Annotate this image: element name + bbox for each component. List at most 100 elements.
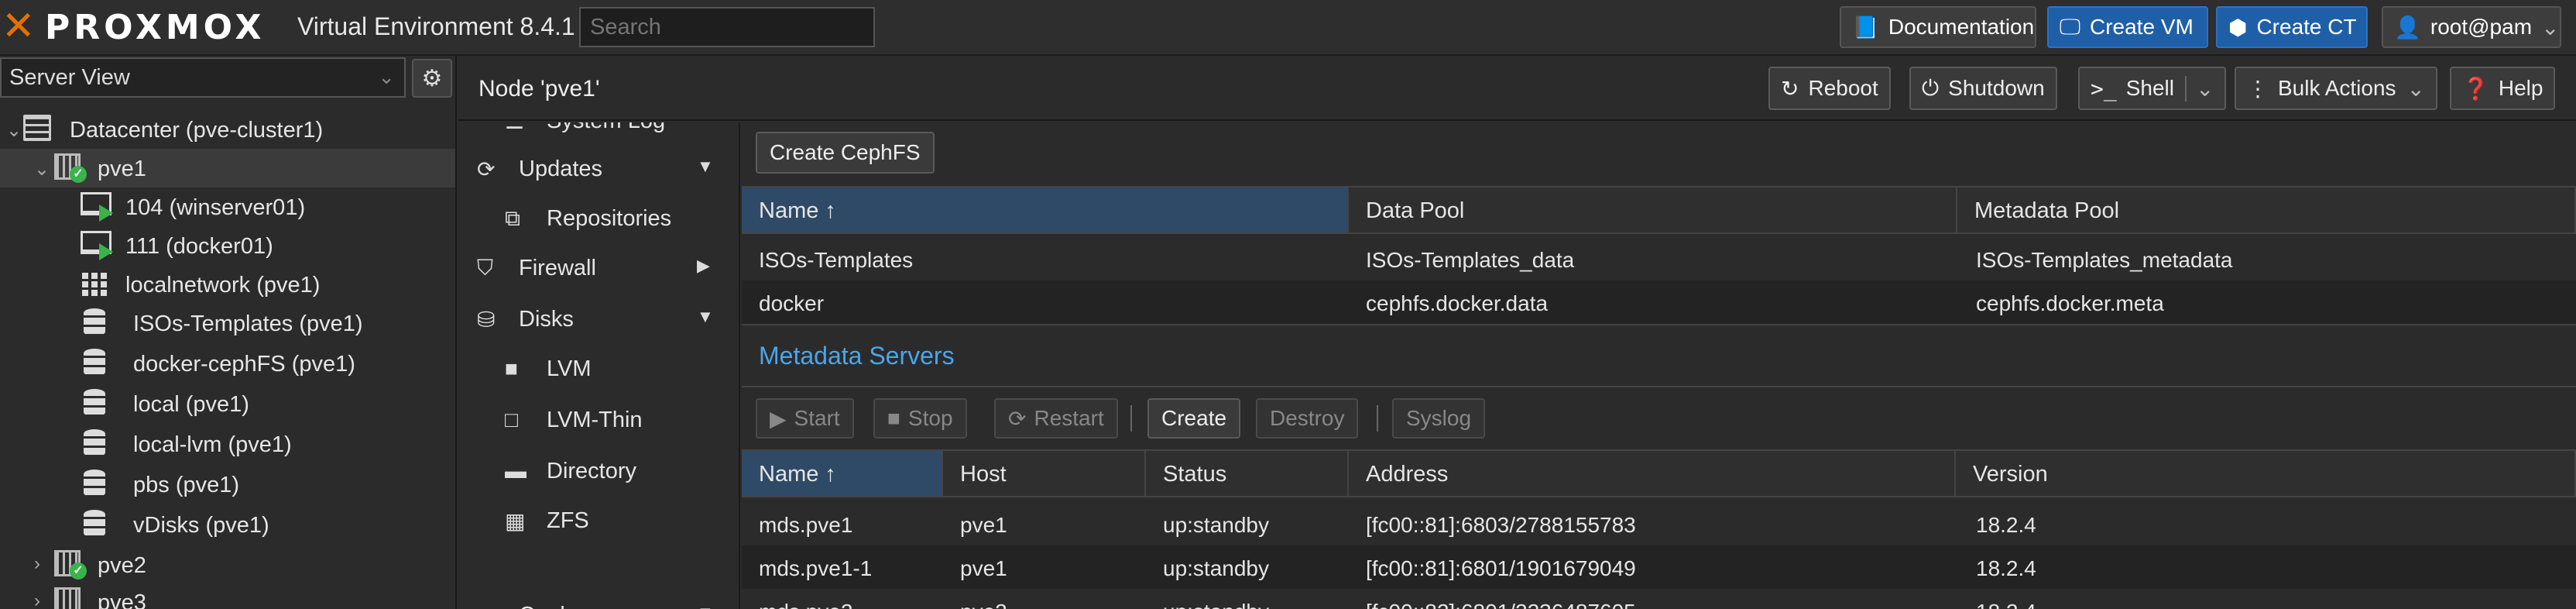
tree-item-storage-local[interactable]: local (pve1)	[0, 384, 455, 423]
chevron-right-icon: ›	[34, 590, 40, 609]
tree-item-datacenter[interactable]: ⌄ Datacenter (pve-cluster1)	[0, 110, 455, 149]
user-menu-button[interactable]: 👤 root@pam ⌄	[2382, 6, 2561, 48]
view-selector[interactable]: Server View ⌄	[0, 57, 406, 98]
tree-item-pve1[interactable]: ⌄ ✓ pve1	[0, 149, 455, 188]
user-icon: 👤	[2394, 15, 2421, 40]
table-row[interactable]: ISOs-Templates ISOs-Templates_data ISOs-…	[742, 237, 2576, 280]
caret-down-icon: ▼	[697, 157, 714, 176]
menu-item-updates[interactable]: ⟳ Updates ▼	[458, 146, 739, 192]
storage-icon	[84, 349, 105, 377]
table-row[interactable]: mds.pve2 pve2 up:standby [fc00::82]:6801…	[742, 589, 2576, 609]
help-button[interactable]: ❓ Help	[2450, 67, 2556, 110]
restart-button[interactable]: ⟳ Restart	[994, 398, 1118, 439]
column-header-name[interactable]: Name ↑	[742, 449, 943, 497]
grid-icon: ▦	[505, 509, 526, 533]
tree-item-storage-local-lvm[interactable]: local-lvm (pve1)	[0, 425, 455, 463]
tree-item-pve3[interactable]: › pve3	[0, 583, 455, 609]
menu-item-firewall[interactable]: ⛉ Firewall ▶	[458, 245, 739, 291]
menu-item-lvm-thin[interactable]: □ LVM-Thin	[458, 397, 739, 443]
menu-item-zfs[interactable]: ▦ ZFS	[458, 497, 739, 544]
version-label: Virtual Environment 8.4.1	[297, 12, 575, 40]
network-zone-icon	[82, 273, 107, 296]
chevron-down-icon: ⌄	[378, 65, 395, 88]
shutdown-button[interactable]: ⏻ Shutdown	[1909, 67, 2057, 110]
create-ct-button[interactable]: ⬢ Create CT	[2216, 6, 2368, 48]
play-icon: ▶	[770, 406, 787, 431]
square-outline-icon: □	[505, 408, 518, 432]
tree-item-vm-104[interactable]: 104 (winserver01)	[0, 188, 455, 226]
column-header-host[interactable]: Host	[943, 449, 1146, 497]
folder-icon: ▬	[505, 459, 527, 483]
more-vertical-icon: ⋮	[2247, 76, 2269, 101]
proxmox-window: ✕ PROXMOX Virtual Environment 8.4.1 📘Doc…	[0, 0, 2576, 609]
tree-item-storage-isos[interactable]: ISOs-Templates (pve1)	[0, 304, 455, 342]
page-title: Node 'pve1'	[478, 76, 600, 102]
refresh-icon: ↻	[1781, 76, 1799, 101]
storage-icon	[84, 429, 105, 457]
running-icon	[99, 243, 113, 260]
tree-item-storage-pbs[interactable]: pbs (pve1)	[0, 465, 455, 504]
destroy-button[interactable]: Destroy	[1256, 398, 1359, 439]
square-filled-icon: ■	[505, 356, 518, 380]
ceph-icon: ◎	[477, 603, 496, 609]
toolbar-separator	[1377, 405, 1378, 432]
tree-item-storage-docker-cephfs[interactable]: docker-cephFS (pve1)	[0, 344, 455, 383]
shield-icon: ⛉	[477, 256, 494, 280]
status-ok-icon: ✓	[70, 563, 87, 580]
mds-title-bar	[742, 324, 2576, 387]
column-header-metadata-pool[interactable]: Metadata Pool	[1957, 186, 2576, 234]
menu-item-lvm[interactable]: ■ LVM	[458, 346, 739, 392]
sort-asc-icon: ↑	[825, 462, 836, 487]
chevron-down-icon: ⌄	[34, 159, 50, 180]
proxmox-logo[interactable]: ✕ PROXMOX	[0, 0, 294, 56]
syslog-button[interactable]: Syslog	[1392, 398, 1486, 439]
menu-item-repositories[interactable]: ⧉ Repositories	[458, 195, 739, 242]
menu-item-directory[interactable]: ▬ Directory	[458, 448, 739, 494]
caret-down-icon: ▼	[697, 603, 714, 609]
chevron-right-icon: ›	[34, 553, 40, 574]
refresh-icon: ⟳	[1008, 406, 1027, 431]
chevron-down-icon: ⌄	[2541, 15, 2560, 40]
column-header-version[interactable]: Version	[1956, 449, 2576, 497]
reboot-button[interactable]: ↻ Reboot	[1768, 67, 1891, 110]
monitor-icon: 🖵	[2060, 14, 2080, 39]
create-mds-button[interactable]: Create	[1147, 398, 1241, 439]
chevron-down-icon[interactable]: ⌄	[2184, 75, 2214, 102]
stop-button[interactable]: ■ Stop	[873, 398, 967, 439]
datacenter-icon	[23, 115, 51, 141]
help-icon: ❓	[2462, 76, 2489, 101]
column-header-status[interactable]: Status	[1146, 449, 1349, 497]
table-row[interactable]: mds.pve1-1 pve1 up:standby [fc00::81]:68…	[742, 545, 2576, 589]
brand-text: PROXMOX	[45, 8, 266, 47]
column-header-address[interactable]: Address	[1349, 449, 1956, 497]
list-icon: ☰	[505, 122, 524, 134]
files-icon: ⧉	[505, 206, 520, 230]
caret-right-icon: ▶	[697, 256, 710, 275]
menu-item-system-log[interactable]: ☰System Log	[458, 122, 739, 144]
table-row[interactable]: mds.pve1 pve1 up:standby [fc00::81]:6803…	[742, 502, 2576, 545]
refresh-icon: ⟳	[477, 157, 496, 181]
tree-item-localnetwork[interactable]: localnetwork (pve1)	[0, 265, 455, 304]
section-title: Metadata Servers	[759, 342, 955, 370]
column-header-data-pool[interactable]: Data Pool	[1349, 186, 1957, 234]
tree-settings-button[interactable]: ⚙	[412, 59, 452, 98]
column-header-name[interactable]: Name ↑	[742, 186, 1349, 234]
tree-item-pve2[interactable]: › ✓ pve2	[0, 545, 455, 584]
documentation-button[interactable]: 📘 Documentation	[1840, 6, 2036, 48]
node-icon	[54, 587, 81, 609]
menu-item-ceph[interactable]: ◎Ceph▼	[458, 592, 739, 609]
bulk-actions-button[interactable]: ⋮ Bulk Actions ⌄	[2235, 67, 2437, 110]
menu-item-disks[interactable]: ⛁ Disks ▼	[458, 296, 739, 342]
table-row[interactable]: docker cephfs.docker.data cephfs.docker.…	[742, 280, 2576, 324]
shell-button[interactable]: >_ Shell ⌄	[2078, 67, 2227, 110]
tree-item-vm-111[interactable]: 111 (docker01)	[0, 226, 455, 265]
cube-icon: ⬢	[2228, 15, 2248, 40]
create-vm-button[interactable]: 🖵 Create VM	[2047, 6, 2208, 48]
tree-item-storage-vdisks[interactable]: vDisks (pve1)	[0, 505, 455, 544]
storage-icon	[84, 389, 105, 417]
search-input[interactable]	[579, 7, 875, 47]
proxmox-x-icon: ✕	[2, 3, 36, 50]
start-button[interactable]: ▶ Start	[756, 398, 854, 439]
create-cephfs-button[interactable]: Create CephFS	[756, 132, 935, 174]
book-icon: 📘	[1852, 15, 1879, 40]
